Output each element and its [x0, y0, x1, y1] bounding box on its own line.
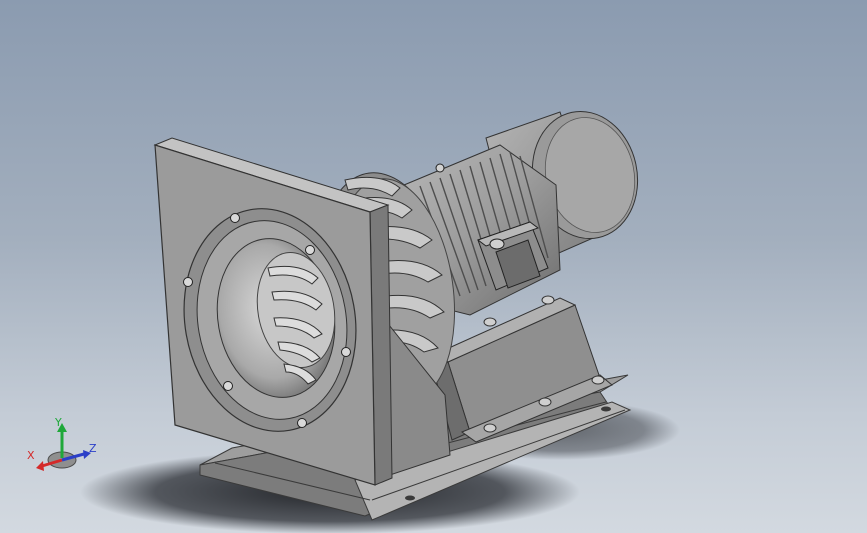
mount-hole [405, 495, 415, 501]
mount-hole [601, 406, 611, 412]
centrifugal-fan-model[interactable] [0, 0, 867, 533]
coordinate-triad[interactable]: X Y Z [26, 414, 104, 478]
triad-x-arrow [36, 461, 44, 471]
triad-y-label: Y [54, 416, 62, 429]
plate-bolt [435, 163, 445, 173]
graphics-viewport[interactable]: X Y Z [0, 0, 867, 533]
triad-x-label: X [27, 449, 35, 462]
triad-z-label: Z [89, 442, 97, 455]
